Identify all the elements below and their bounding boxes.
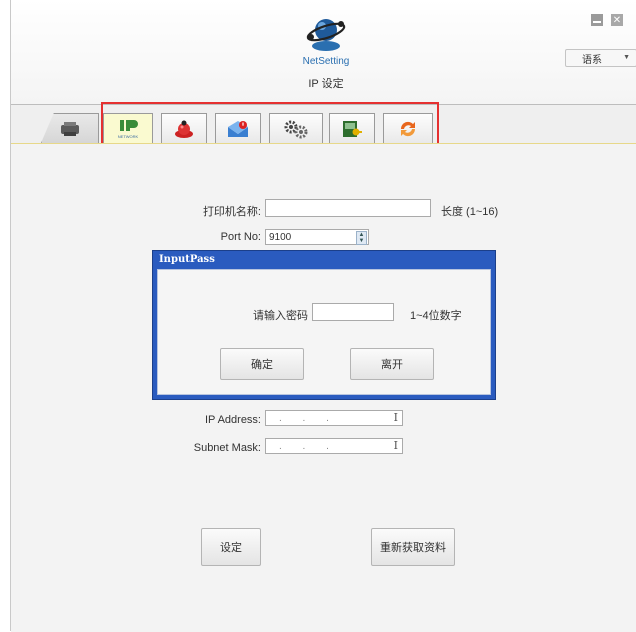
printer-icon <box>61 121 79 136</box>
port-input[interactable]: 9100 ▲ ▼ <box>265 229 369 245</box>
language-select-value: 语系 <box>582 54 602 66</box>
close-button[interactable]: ✕ <box>611 14 623 26</box>
dialog-title: InputPass <box>159 254 215 265</box>
password-input[interactable] <box>312 303 394 321</box>
printer-name-input[interactable] <box>265 199 431 217</box>
subnet-mask-dots: . . . <box>279 440 338 452</box>
password-hint: 1~4位数字 <box>410 310 462 322</box>
port-label: Port No: <box>220 231 261 243</box>
input-pass-dialog: InputPass 请输入密码 1~4位数字 确定 离开 <box>152 250 496 400</box>
chevron-down-icon: ▼ <box>623 54 630 61</box>
tab-printer[interactable] <box>41 113 99 143</box>
printer-name-hint: 长度 (1~16) <box>441 206 499 218</box>
netsetting-logo: NetSetting <box>301 10 351 67</box>
globe-logo-icon <box>306 19 346 51</box>
subnet-mask-label: Subnet Mask: <box>193 442 261 454</box>
text-cursor-icon: I <box>393 411 398 424</box>
leave-button[interactable]: 离开 <box>350 348 434 380</box>
header: NetSetting IP 设定 ✕ 语系 ▼ <box>11 0 636 105</box>
minimize-button[interactable] <box>591 14 603 26</box>
page-title: IP 设定 <box>308 78 344 90</box>
refresh-data-button[interactable]: 重新获取资料 <box>371 528 455 566</box>
port-value: 9100 <box>269 231 292 243</box>
set-button[interactable]: 设定 <box>201 528 261 566</box>
ip-address-label: IP Address: <box>204 414 261 426</box>
language-select[interactable]: 语系 ▼ <box>565 49 636 67</box>
close-icon: ✕ <box>612 14 622 26</box>
subnet-mask-input[interactable]: . . . I <box>265 438 403 454</box>
port-spinner[interactable]: ▲ ▼ <box>356 231 367 245</box>
password-label: 请输入密码 <box>253 310 308 322</box>
logo-text: NetSetting <box>302 56 350 67</box>
text-cursor-icon: I <box>393 439 398 452</box>
minimize-icon <box>593 21 601 23</box>
printer-name-label: 打印机名称: <box>202 206 261 218</box>
ok-button[interactable]: 确定 <box>220 348 304 380</box>
ip-address-input[interactable]: . . . I <box>265 410 403 426</box>
dialog-body: 请输入密码 1~4位数字 确定 离开 <box>157 269 491 395</box>
ip-address-dots: . . . <box>279 412 338 424</box>
